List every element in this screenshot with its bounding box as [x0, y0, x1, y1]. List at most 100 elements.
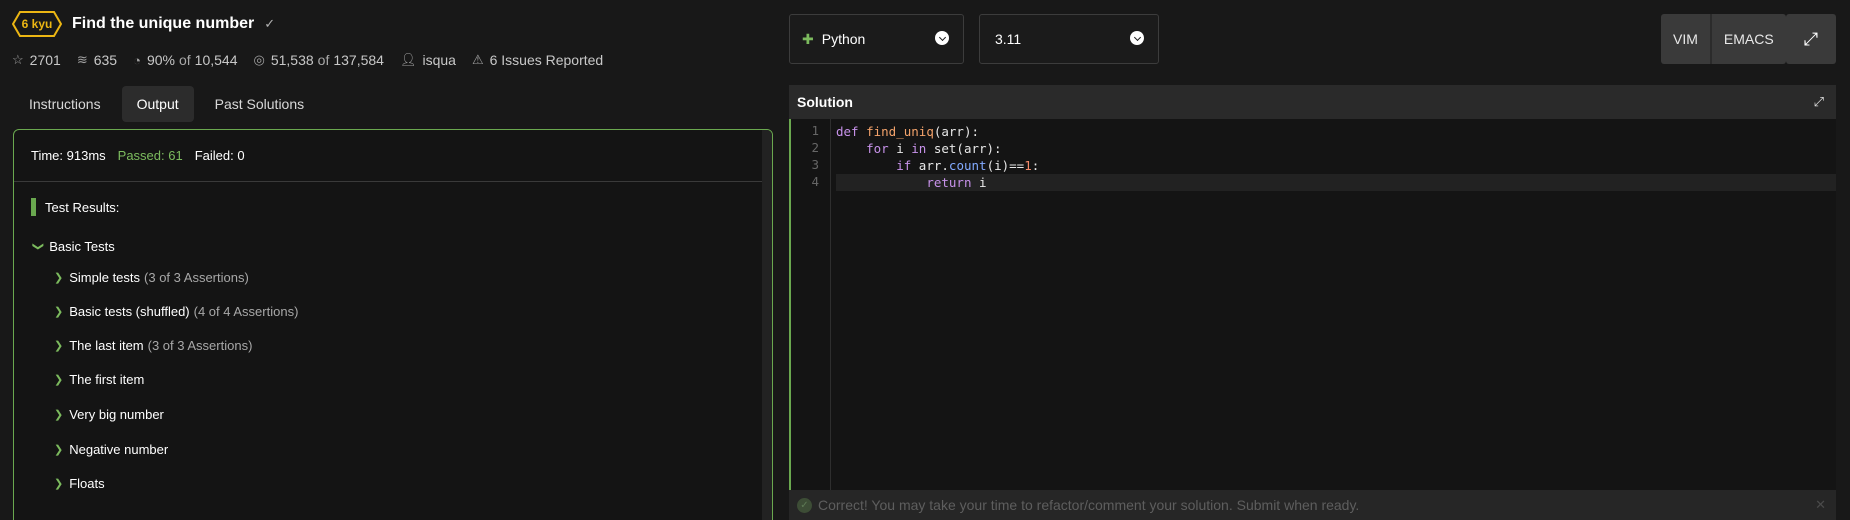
- code-token: return: [926, 175, 972, 190]
- toast-message: Correct! You may take your time to refac…: [818, 497, 1360, 513]
- code-token: 1: [1024, 158, 1032, 173]
- line-number: 4: [811, 174, 819, 189]
- chevron-right-icon: ❯: [54, 340, 64, 352]
- test-item[interactable]: ❯ The first item: [54, 372, 144, 387]
- results-accent-bar: [31, 198, 36, 216]
- code-line[interactable]: if arr.count(i)==1:: [836, 157, 1836, 174]
- test-item[interactable]: ❯ Simple tests (3 of 3 Assertions): [54, 270, 249, 285]
- collections-stat[interactable]: ≋ 635: [77, 52, 117, 68]
- code-line[interactable]: def find_uniq(arr):: [836, 123, 1836, 140]
- passed-count: Passed: 61: [117, 148, 183, 163]
- completions-stat[interactable]: ◎ 51,538 of 137,584: [253, 52, 383, 68]
- fullscreen-button[interactable]: ⤢: [1786, 14, 1836, 64]
- check-circle-icon: ✓: [797, 497, 812, 513]
- stars-count: 2701: [29, 52, 61, 68]
- version-select[interactable]: 3.11: [979, 14, 1159, 64]
- test-item[interactable]: ❯ Very big number: [54, 407, 164, 422]
- author-stat[interactable]: 👤︎ isqua: [400, 52, 456, 68]
- chevron-right-icon: ❯: [54, 444, 64, 456]
- output-panel: Time: 913ms Passed: 61 Failed: 0 Test Re…: [13, 129, 773, 520]
- test-name: Simple tests: [69, 270, 141, 285]
- emacs-mode-button[interactable]: EMACS: [1709, 14, 1786, 64]
- target-icon: ◎: [253, 52, 265, 67]
- kata-header: 6 kyu Find the unique number ✓: [12, 10, 275, 38]
- rank-label: 6 kyu: [21, 17, 53, 31]
- kata-stats: ☆ 2701 ≋ 635 ◔ 90% of 10,544 ◎ 51,538 of…: [12, 52, 619, 68]
- completed-count: 51,538: [270, 52, 314, 68]
- tab-instructions[interactable]: Instructions: [14, 86, 116, 122]
- python-icon: ✚: [802, 30, 814, 47]
- language-select[interactable]: ✚ Python: [789, 14, 964, 64]
- layers-icon: ≋: [76, 52, 88, 67]
- tab-output[interactable]: Output: [121, 86, 194, 122]
- editor-mode-group: VIM EMACS: [1661, 14, 1786, 64]
- test-item[interactable]: ❯ Negative number: [54, 442, 168, 457]
- run-time: Time: 913ms: [31, 148, 106, 163]
- code-editor[interactable]: 1 2 3 4 def find_uniq(arr): for i in set…: [789, 119, 1836, 520]
- code-token: find_uniq: [866, 124, 934, 139]
- chevron-down-icon: [935, 31, 949, 45]
- satisfaction-of: of: [178, 52, 191, 68]
- completed-of: of: [317, 52, 330, 68]
- test-item[interactable]: ❯ The last item (3 of 3 Assertions): [54, 338, 252, 353]
- test-results-title: Test Results:: [45, 199, 120, 215]
- attempted-count: 137,584: [333, 52, 384, 68]
- vim-mode-button[interactable]: VIM: [1661, 14, 1710, 64]
- test-item[interactable]: ❯ Basic tests (shuffled) (4 of 4 Asserti…: [54, 304, 298, 319]
- language-value: Python: [821, 31, 866, 47]
- test-name: Basic tests (shuffled): [69, 304, 190, 319]
- votes-count: 10,544: [194, 52, 238, 68]
- issues-stat[interactable]: ⚠ 6 Issues Reported: [472, 52, 603, 68]
- test-summary: Time: 913ms Passed: 61 Failed: 0: [14, 130, 762, 182]
- tab-past-solutions[interactable]: Past Solutions: [200, 86, 320, 122]
- code-line[interactable]: return i: [836, 174, 1836, 191]
- chevron-right-icon: ❯: [54, 478, 64, 490]
- solution-header: Solution ⤢: [789, 85, 1836, 119]
- line-number: 3: [811, 157, 819, 172]
- chevron-right-icon: ❯: [54, 374, 64, 386]
- issues-label: 6 Issues Reported: [489, 52, 604, 68]
- satisfaction-icon: ◔: [133, 52, 141, 68]
- output-scrollbar[interactable]: [762, 130, 772, 520]
- code-token: for: [866, 141, 889, 156]
- warning-icon: ⚠: [471, 52, 484, 67]
- test-assertions: (3 of 3 Assertions): [147, 338, 253, 353]
- line-gutter: 1 2 3 4: [791, 119, 831, 520]
- code-token: if: [896, 158, 912, 173]
- code-token: arr.: [911, 158, 949, 173]
- code-token: (arr):: [933, 124, 979, 139]
- test-assertions: (3 of 3 Assertions): [144, 270, 249, 285]
- panel-tabs: Instructions Output Past Solutions: [14, 86, 319, 122]
- chevron-right-icon: ❯: [54, 272, 64, 284]
- code-token: def: [836, 124, 867, 139]
- test-name: The first item: [69, 372, 145, 387]
- code-line[interactable]: for i in set(arr):: [836, 140, 1836, 157]
- kata-title: Find the unique number: [72, 15, 255, 32]
- code-token: in: [911, 141, 927, 156]
- line-number: 1: [811, 123, 819, 138]
- test-group-basic[interactable]: ❯ Basic Tests: [32, 239, 115, 254]
- failed-count: Failed: 0: [194, 148, 245, 163]
- rank-badge[interactable]: 6 kyu: [12, 11, 62, 37]
- chevron-right-icon: ❯: [54, 306, 64, 318]
- check-icon: ✓: [264, 16, 276, 31]
- expand-icon: ⤢: [1803, 28, 1819, 49]
- kata-trainer: 6 kyu Find the unique number ✓ ☆ 2701 ≋ …: [0, 0, 1850, 520]
- close-icon[interactable]: ✕: [1815, 497, 1826, 513]
- chevron-down-icon: [1130, 31, 1144, 45]
- chevron-right-icon: ❯: [54, 409, 64, 421]
- satisfaction-stat[interactable]: ◔ 90% of 10,544: [133, 52, 237, 68]
- test-name: Floats: [69, 476, 105, 491]
- test-item[interactable]: ❯ Floats: [54, 476, 105, 491]
- stars-stat[interactable]: ☆ 2701: [12, 52, 61, 68]
- test-assertions: (4 of 4 Assertions): [193, 304, 299, 319]
- expand-editor-icon[interactable]: ⤢: [1814, 94, 1824, 110]
- satisfaction-rating: 90%: [146, 52, 175, 68]
- success-toast: ✓ Correct! You may take your time to ref…: [789, 490, 1836, 520]
- collections-count: 635: [93, 52, 118, 68]
- solution-title: Solution: [797, 94, 853, 110]
- code-token: (i)==: [986, 158, 1025, 173]
- chevron-down-icon: ❯: [32, 241, 45, 252]
